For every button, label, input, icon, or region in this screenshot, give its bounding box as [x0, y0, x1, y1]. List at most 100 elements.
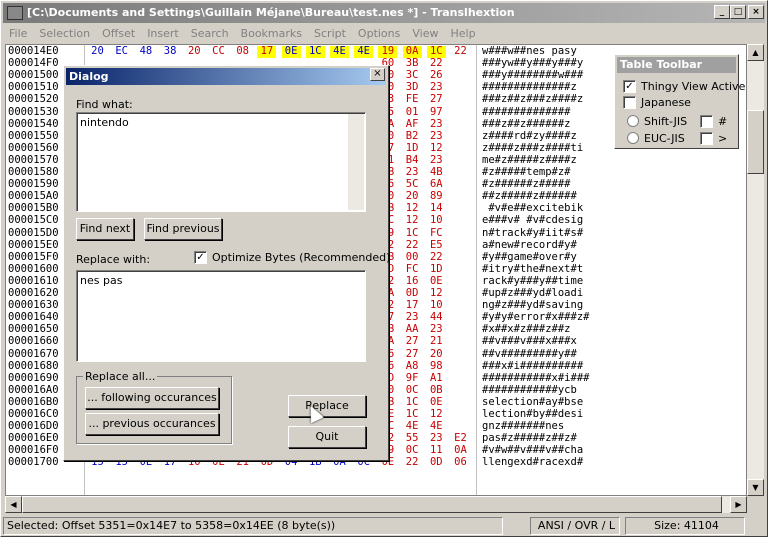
hex-byte[interactable]: 4E — [330, 45, 349, 58]
quit-button[interactable]: Quit — [288, 426, 366, 448]
hash-checkbox[interactable] — [700, 115, 713, 128]
hex-byte[interactable]: 5C — [403, 178, 422, 191]
hex-byte[interactable]: 0D — [403, 287, 422, 300]
hex-byte[interactable]: FE — [403, 94, 422, 106]
hex-byte[interactable]: 3D — [403, 81, 422, 94]
row-text[interactable]: z####z###z####ti — [482, 142, 583, 155]
hex-byte[interactable]: 48 — [136, 45, 155, 58]
hex-byte[interactable]: 12 — [427, 408, 446, 421]
hex-byte[interactable]: 23 — [427, 154, 446, 167]
hex-byte[interactable]: 4E — [427, 420, 446, 433]
menu-insert[interactable]: Insert — [141, 24, 185, 42]
row-text[interactable]: ###########x#i### — [482, 372, 589, 385]
row-text[interactable]: #y##game#over#y — [482, 251, 577, 264]
hex-byte[interactable]: 12 — [403, 202, 422, 215]
hex-byte[interactable]: 1C — [403, 408, 422, 421]
row-text[interactable]: #v#w##v###v##cha — [482, 444, 583, 457]
menu-selection[interactable]: Selection — [33, 24, 96, 42]
hex-byte[interactable]: 0E — [427, 396, 446, 409]
hex-byte[interactable]: 38 — [161, 45, 180, 58]
find-scrollbar[interactable] — [348, 114, 364, 210]
hex-byte[interactable]: 08 — [233, 45, 252, 58]
eucjis-radio[interactable] — [627, 132, 639, 144]
hex-byte[interactable]: 27 — [403, 336, 422, 348]
hex-byte[interactable]: 23 — [403, 166, 422, 179]
row-text[interactable]: #x##x#z###z##z — [482, 323, 571, 336]
scroll-down-icon[interactable]: ▼ — [747, 479, 764, 496]
hex-byte[interactable]: 27 — [403, 348, 422, 361]
hex-byte[interactable]: 1D — [403, 142, 422, 155]
row-text[interactable]: #z######z##### — [482, 178, 571, 191]
replace-following-button[interactable]: ... following occurances — [85, 387, 219, 409]
hex-byte[interactable]: E2 — [451, 432, 470, 445]
hex-byte[interactable]: 17 — [257, 45, 277, 58]
scroll-up-icon[interactable]: ▲ — [747, 44, 764, 61]
hex-byte[interactable]: 4B — [427, 166, 446, 179]
hex-byte[interactable]: 19 — [378, 45, 398, 58]
row-text[interactable]: pas#z#####z##z# — [482, 432, 577, 445]
hex-byte[interactable]: 1C — [403, 396, 422, 409]
hex-byte[interactable]: 3B — [403, 57, 422, 70]
hex-byte[interactable]: 06 — [451, 457, 470, 469]
hex-byte[interactable]: 22 — [451, 45, 470, 58]
hex-byte[interactable]: 23 — [427, 130, 446, 143]
row-text[interactable]: ng#z###yd#saving — [482, 299, 583, 312]
close-button[interactable]: × — [748, 5, 764, 19]
hex-byte[interactable]: 1D — [427, 263, 446, 276]
hex-byte[interactable]: E5 — [427, 239, 446, 252]
hscroll-thumb[interactable] — [22, 496, 722, 513]
row-text[interactable]: #up#z###yd#loadi — [482, 287, 583, 300]
hex-byte[interactable]: 17 — [403, 299, 422, 312]
hex-byte[interactable]: 98 — [427, 360, 446, 373]
replace-with-input[interactable]: nes pas — [76, 270, 366, 362]
hex-byte[interactable]: B2 — [403, 130, 422, 143]
hex-byte[interactable]: 3C — [403, 69, 422, 82]
menu-bookmarks[interactable]: Bookmarks — [235, 24, 308, 42]
vertical-scrollbar[interactable]: ▲ ▼ — [747, 44, 764, 496]
japanese-checkbox[interactable] — [623, 96, 636, 109]
row-text[interactable]: ###y########w### — [482, 69, 583, 82]
hex-byte[interactable]: 0A — [451, 444, 470, 457]
optimize-checkbox[interactable]: ✓ — [194, 251, 207, 264]
hex-byte[interactable]: B4 — [403, 154, 422, 167]
find-what-input[interactable]: nintendo — [76, 112, 366, 212]
hex-byte[interactable]: FC — [403, 263, 422, 276]
hex-byte[interactable]: 23 — [403, 311, 422, 324]
hex-byte[interactable]: EC — [112, 45, 131, 58]
find-next-button[interactable]: Find next — [76, 218, 134, 240]
scroll-left-icon[interactable]: ◀ — [5, 496, 22, 513]
row-text[interactable]: ###z##z######z — [482, 118, 571, 131]
menu-script[interactable]: Script — [308, 24, 352, 42]
hex-byte[interactable]: 44 — [427, 311, 446, 324]
hex-byte[interactable]: 22 — [427, 57, 446, 70]
hex-byte[interactable]: 6A — [427, 178, 446, 191]
row-text[interactable]: ###yw##y###y###y — [482, 57, 583, 70]
menu-help[interactable]: Help — [444, 24, 481, 42]
row-text[interactable]: #z#####temp#z# — [482, 166, 571, 179]
hex-byte[interactable]: 0D — [427, 457, 446, 469]
hex-byte[interactable]: 23 — [427, 118, 446, 131]
row-text[interactable]: lection#by##desi — [482, 408, 583, 421]
row-text[interactable]: n#track#y#iit#s# — [482, 227, 583, 240]
hex-byte[interactable]: 12 — [403, 215, 422, 227]
row-text[interactable]: me#z#####z####z — [482, 154, 577, 167]
row-text[interactable]: ##############z — [482, 81, 577, 94]
hex-byte[interactable]: 14 — [427, 202, 446, 215]
menu-view[interactable]: View — [406, 24, 444, 42]
menu-offset[interactable]: Offset — [96, 24, 141, 42]
hex-byte[interactable]: 23 — [427, 323, 446, 336]
row-text[interactable]: ###x#i########## — [482, 360, 583, 373]
menu-file[interactable]: File — [3, 24, 33, 42]
hex-byte[interactable]: 20 — [403, 190, 422, 203]
hex-byte[interactable]: 10 — [427, 215, 446, 227]
hex-byte[interactable]: 20 — [185, 45, 204, 58]
menu-search[interactable]: Search — [185, 24, 235, 42]
hex-byte[interactable]: 20 — [88, 45, 107, 58]
hex-byte[interactable]: 9F — [403, 372, 422, 385]
gt-checkbox[interactable] — [700, 132, 713, 145]
row-text[interactable]: selection#ay#bse — [482, 396, 583, 409]
find-previous-button[interactable]: Find previous — [144, 218, 222, 240]
hex-byte[interactable]: 21 — [427, 336, 446, 348]
hex-byte[interactable]: 26 — [427, 69, 446, 82]
hex-byte[interactable]: AA — [403, 323, 422, 336]
